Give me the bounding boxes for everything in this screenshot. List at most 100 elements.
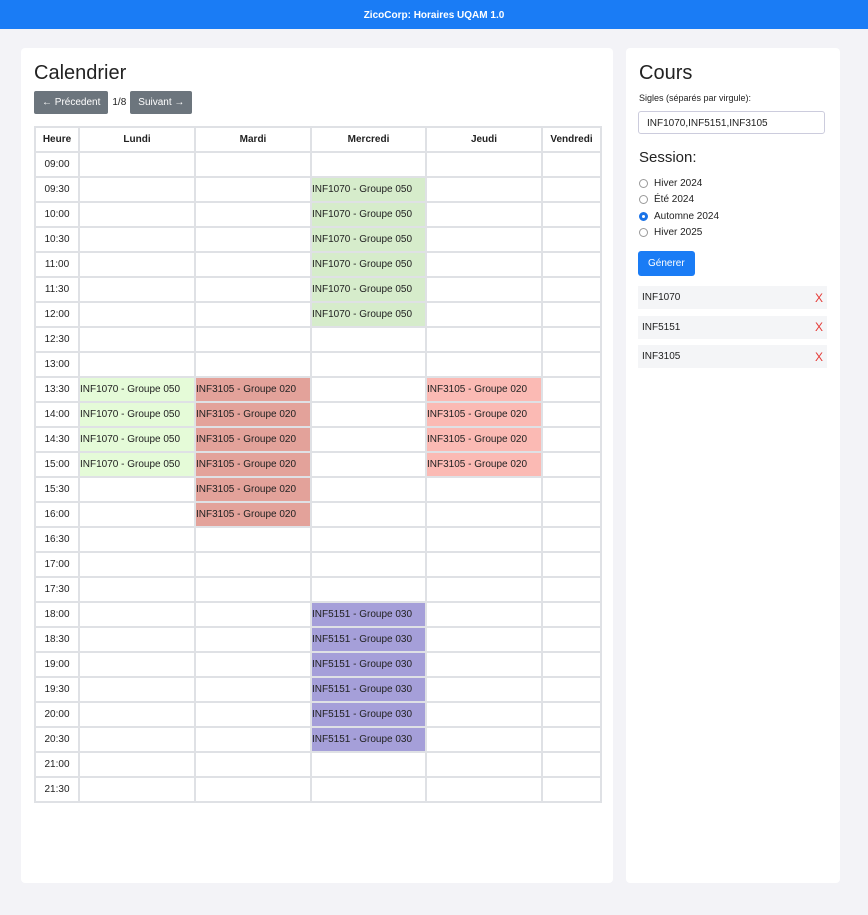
course-code: INF3105 [642,351,681,362]
next-button[interactable]: Suivant → [130,91,193,114]
generate-button[interactable]: Génerer [638,251,695,276]
empty-slot [425,226,543,253]
empty-slot [425,151,543,178]
course-block[interactable]: INF1070 - Groupe 050 [310,251,427,278]
course-block[interactable]: INF3105 - Groupe 020 [194,401,312,428]
empty-slot [310,376,427,403]
session-option[interactable]: Hiver 2024 [639,175,719,192]
column-header-jeudi: Jeudi [425,126,543,153]
calendar-panel: Calendrier ← Précedent 1/8 Suivant → Heu… [21,48,613,883]
empty-slot [541,501,602,528]
course-block[interactable]: INF5151 - Groupe 030 [310,651,427,678]
schedule-row: 11:30 INF1070 - Groupe 050 [34,276,602,303]
course-block[interactable]: INF5151 - Groupe 030 [310,726,427,753]
empty-slot [194,751,312,778]
course-block[interactable]: INF5151 - Groupe 030 [310,701,427,728]
schedule-row: 10:30 INF1070 - Groupe 050 [34,226,602,253]
schedule-row: 09:00 [34,151,602,178]
empty-slot [541,751,602,778]
empty-slot [78,551,196,578]
empty-slot [78,701,196,728]
session-option[interactable]: Été 2024 [639,192,719,209]
empty-slot [194,301,312,328]
empty-slot [541,151,602,178]
course-block[interactable]: INF1070 - Groupe 050 [310,176,427,203]
course-block[interactable]: INF3105 - Groupe 020 [194,476,312,503]
empty-slot [425,576,543,603]
course-block[interactable]: INF5151 - Groupe 030 [310,676,427,703]
time-cell: 12:00 [34,301,80,328]
session-option[interactable]: Automne 2024 [639,208,719,225]
empty-slot [78,276,196,303]
course-block[interactable]: INF5151 - Groupe 030 [310,626,427,653]
empty-slot [541,276,602,303]
remove-course-icon[interactable]: X [815,291,823,305]
schedule-row: 17:30 [34,576,602,603]
session-radio-group: Hiver 2024 Été 2024 Automne 2024 Hiver 2025 [639,175,719,241]
time-cell: 16:00 [34,501,80,528]
course-block[interactable]: INF1070 - Groupe 050 [78,376,196,403]
course-code: INF1070 [642,292,681,303]
empty-slot [541,326,602,353]
course-block[interactable]: INF3105 - Groupe 020 [194,451,312,478]
empty-slot [194,176,312,203]
schedule-row: 20:00 INF5151 - Groupe 030 [34,701,602,728]
course-block[interactable]: INF3105 - Groupe 020 [425,401,543,428]
radio-button[interactable] [639,178,648,188]
empty-slot [541,676,602,703]
empty-slot [425,276,543,303]
empty-slot [425,751,543,778]
course-block[interactable]: INF3105 - Groupe 020 [194,426,312,453]
course-block[interactable]: INF1070 - Groupe 050 [78,401,196,428]
remove-course-icon[interactable]: X [815,320,823,334]
empty-slot [425,726,543,753]
empty-slot [310,326,427,353]
time-cell: 10:00 [34,201,80,228]
empty-slot [310,426,427,453]
radio-button[interactable] [639,228,648,238]
course-block[interactable]: INF3105 - Groupe 020 [425,451,543,478]
time-cell: 15:30 [34,476,80,503]
empty-slot [425,476,543,503]
empty-slot [78,201,196,228]
empty-slot [310,751,427,778]
session-option[interactable]: Hiver 2025 [639,225,719,242]
sigles-input[interactable]: INF1070,INF5151,INF3105 [638,111,825,134]
schedule-row: 14:30 INF1070 - Groupe 050 INF3105 - Group… [34,426,602,453]
column-header-heure: Heure [34,126,80,153]
empty-slot [310,151,427,178]
schedule-row: 11:00 INF1070 - Groupe 050 [34,251,602,278]
empty-slot [310,526,427,553]
empty-slot [194,226,312,253]
course-block[interactable]: INF1070 - Groupe 050 [310,201,427,228]
course-block[interactable]: INF3105 - Groupe 020 [194,501,312,528]
empty-slot [194,251,312,278]
previous-button[interactable]: ← Précedent [34,91,109,114]
empty-slot [541,601,602,628]
radio-button[interactable] [639,211,648,221]
course-block[interactable]: INF1070 - Groupe 050 [78,451,196,478]
empty-slot [541,551,602,578]
course-block[interactable]: INF1070 - Groupe 050 [78,426,196,453]
empty-slot [78,526,196,553]
time-cell: 09:30 [34,176,80,203]
course-block[interactable]: INF3105 - Groupe 020 [194,376,312,403]
remove-course-icon[interactable]: X [815,350,823,364]
empty-slot [310,776,427,803]
course-block[interactable]: INF5151 - Groupe 030 [310,601,427,628]
course-block[interactable]: INF1070 - Groupe 050 [310,226,427,253]
schedule-row: 18:30 INF5151 - Groupe 030 [34,626,602,653]
schedule-row: 13:30 INF1070 - Groupe 050 INF3105 - Group… [34,376,602,403]
course-block[interactable]: INF1070 - Groupe 050 [310,276,427,303]
empty-slot [78,751,196,778]
empty-slot [194,351,312,378]
time-cell: 17:00 [34,551,80,578]
course-block[interactable]: INF1070 - Groupe 050 [310,301,427,328]
empty-slot [541,576,602,603]
radio-button[interactable] [639,195,648,205]
course-block[interactable]: INF3105 - Groupe 020 [425,376,543,403]
course-block[interactable]: INF3105 - Groupe 020 [425,426,543,453]
empty-slot [425,501,543,528]
empty-slot [310,451,427,478]
schedule-row: 09:30 INF1070 - Groupe 050 [34,176,602,203]
